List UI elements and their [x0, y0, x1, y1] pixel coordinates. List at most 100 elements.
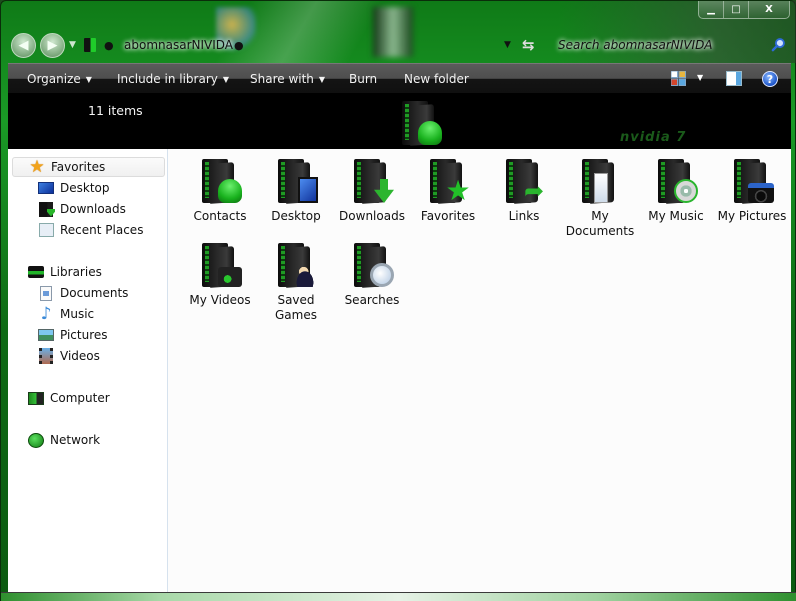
documents-icon [40, 285, 52, 301]
arrow-right-icon: ▶ [47, 38, 58, 53]
include-in-library-button[interactable]: Include in library ▼ [117, 72, 229, 86]
navigation-row: ◀ ▶ ▼ ● abomnasarNIVIDA ● ▼ ⇆ Search abo… [1, 31, 796, 61]
folder-label: Saved Games [275, 293, 317, 322]
downloads-folder-icon [348, 157, 396, 205]
folder-label: Contacts [193, 209, 247, 223]
downloads-icon [39, 201, 53, 217]
caption-buttons: ▁ □ X [698, 1, 790, 19]
new-folder-button[interactable]: New folder [404, 72, 469, 86]
folder-item-links[interactable]: ➦ Links [486, 157, 562, 224]
minimize-button[interactable]: ▁ [699, 1, 724, 18]
network-icon [28, 432, 44, 448]
nav-label: Videos [60, 349, 100, 363]
pictures-icon [38, 329, 54, 341]
libraries-icon-wrap [28, 264, 44, 280]
folder-item-downloads[interactable]: Downloads [334, 157, 410, 224]
folder-label: Searches [344, 293, 400, 307]
documents-icon-wrap [38, 285, 54, 301]
desktop-folder-icon [272, 157, 320, 205]
breadcrumb-separator[interactable]: ● [104, 39, 114, 52]
music-icon: ♪ [40, 304, 52, 324]
folder-item-my-videos[interactable]: My Videos [182, 241, 258, 308]
organize-button[interactable]: Organize ▼ [27, 72, 92, 86]
nav-item-music[interactable]: ♪ Music [8, 304, 165, 324]
breadcrumb-current-folder[interactable]: abomnasarNIVIDA [124, 38, 233, 52]
nav-label: Computer [50, 391, 110, 405]
nav-favorites[interactable]: ★ Favorites [12, 157, 165, 177]
back-button[interactable]: ◀ [11, 33, 36, 58]
burn-button[interactable]: Burn [349, 72, 377, 86]
my-videos-folder-icon [196, 241, 244, 289]
folder-item-favorites[interactable]: ★ Favorites [410, 157, 486, 224]
search-placeholder: Search abomnasarNIVIDA [558, 38, 713, 52]
nav-network[interactable]: Network [8, 430, 165, 450]
nav-computer[interactable]: Computer [8, 388, 165, 408]
close-button[interactable]: X [749, 1, 789, 18]
nav-item-recent-places[interactable]: Recent Places [8, 220, 165, 240]
address-dropdown-button[interactable]: ▼ [504, 40, 511, 50]
libraries-icon [28, 266, 44, 278]
nav-label: Recent Places [60, 223, 144, 237]
forward-button[interactable]: ▶ [40, 33, 65, 58]
desktop-icon [38, 182, 54, 194]
nav-item-documents[interactable]: Documents [8, 283, 165, 303]
folder-item-desktop[interactable]: Desktop [258, 157, 334, 224]
folder-item-saved-games[interactable]: Saved Games [258, 241, 334, 323]
folder-header-banner: 11 items nvidia 7 [8, 93, 791, 149]
computer-icon-wrap [28, 390, 44, 406]
refresh-icon[interactable]: ⇆ [522, 36, 535, 54]
breadcrumb-separator[interactable]: ● [234, 39, 244, 52]
folder-item-searches[interactable]: Searches [334, 241, 410, 308]
share-with-button[interactable]: Share with ▼ [250, 72, 325, 86]
nvidia-watermark: nvidia 7 [620, 130, 687, 145]
folder-location-icon [84, 38, 96, 52]
include-in-library-label: Include in library [117, 72, 218, 86]
folder-item-contacts[interactable]: Contacts [182, 157, 258, 224]
my-pictures-folder-icon [728, 157, 776, 205]
nav-item-downloads[interactable]: Downloads [8, 199, 165, 219]
nav-item-videos[interactable]: Videos [8, 346, 165, 366]
folder-label: My Documents [565, 209, 635, 238]
nav-label: Downloads [60, 202, 126, 216]
videos-icon [39, 348, 53, 364]
folder-item-my-documents[interactable]: My Documents [562, 157, 638, 239]
nav-item-desktop[interactable]: Desktop [8, 178, 165, 198]
chevron-down-icon: ▼ [85, 75, 92, 84]
recent-places-icon [38, 223, 54, 237]
command-bar: Organize ▼ Include in library ▼ Share with… [8, 63, 791, 93]
file-list: Contacts Desktop Downloads ★ Favorites ➦… [168, 149, 791, 592]
search-icon[interactable] [771, 37, 786, 52]
nav-libraries[interactable]: Libraries [8, 262, 165, 282]
window-bottom-frame [1, 592, 796, 601]
folder-item-my-music[interactable]: My Music [638, 157, 714, 224]
maximize-button[interactable]: □ [724, 1, 749, 18]
change-view-icon[interactable] [671, 71, 686, 86]
pictures-icon-wrap [38, 327, 54, 343]
help-icon[interactable]: ? [762, 71, 778, 87]
recent-places-icon-wrap [38, 222, 54, 238]
nav-label: Favorites [51, 160, 106, 174]
explorer-window: ▁ □ X ◀ ▶ ▼ ● abomnasarNIVIDA ● ▼ ⇆ Sear… [0, 0, 796, 601]
contacts-folder-large-icon [396, 99, 444, 147]
folder-label: Links [508, 209, 540, 223]
preview-pane-icon[interactable] [726, 71, 742, 86]
chevron-down-icon: ▼ [318, 75, 326, 84]
view-options-dropdown[interactable]: ▼ [697, 73, 703, 82]
favorites-folder-icon: ★ [424, 157, 472, 205]
desktop-icon-wrap [38, 180, 54, 196]
share-with-label: Share with [250, 72, 314, 86]
item-count: 11 items [88, 103, 143, 118]
nav-label: Network [50, 433, 101, 447]
favorites-star-icon: ★ [29, 157, 45, 177]
my-documents-folder-icon [576, 157, 624, 205]
folder-label: Downloads [339, 209, 405, 223]
navigation-pane: ★ Favorites Desktop Downloads Recent Pla… [8, 149, 168, 592]
recent-pages-dropdown[interactable]: ▼ [69, 40, 76, 50]
chevron-down-icon: ▼ [222, 75, 230, 84]
folder-item-my-pictures[interactable]: My Pictures [714, 157, 790, 224]
search-input[interactable]: Search abomnasarNIVIDA [554, 36, 794, 56]
links-folder-icon: ➦ [500, 157, 548, 205]
nav-label: Documents [60, 286, 129, 300]
nav-item-pictures[interactable]: Pictures [8, 325, 165, 345]
saved-games-folder-icon [272, 241, 320, 289]
